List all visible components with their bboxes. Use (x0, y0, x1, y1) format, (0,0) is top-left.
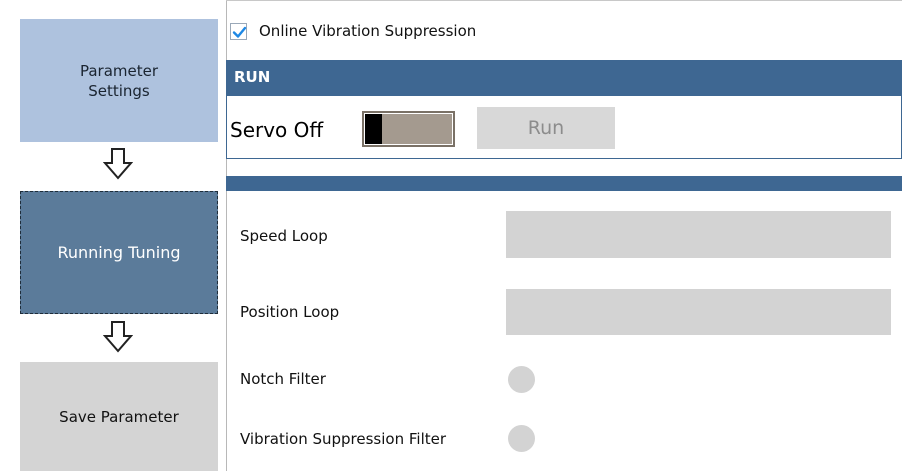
run-panel-header (226, 60, 902, 96)
checkmark-icon (232, 26, 247, 38)
run-button[interactable]: Run (477, 107, 615, 149)
online-vibration-suppression-label[interactable]: Online Vibration Suppression (259, 22, 476, 40)
down-arrow-icon (102, 321, 134, 353)
divider (226, 0, 902, 1)
step-save-parameter-label: Save Parameter (59, 407, 179, 426)
step-running-tuning[interactable]: Running Tuning (20, 191, 218, 314)
online-vibration-suppression-checkbox[interactable] (230, 23, 247, 40)
divider (226, 191, 227, 471)
step-save-parameter[interactable]: Save Parameter (20, 362, 218, 471)
servo-status-label: Servo Off (230, 118, 324, 142)
notch-filter-indicator (508, 366, 535, 393)
speed-loop-field[interactable] (506, 211, 891, 258)
servo-toggle-track (382, 114, 452, 144)
vibration-suppression-filter-label: Vibration Suppression Filter (240, 430, 447, 448)
run-panel-title: RUN (234, 68, 271, 86)
position-loop-field[interactable] (506, 289, 891, 335)
servo-toggle-knob[interactable] (365, 114, 382, 144)
step-parameter-settings[interactable]: Parameter Settings (20, 19, 218, 142)
step-parameter-settings-line2: Settings (88, 81, 150, 100)
tuning-panel-header (226, 176, 902, 191)
position-loop-label: Position Loop (240, 303, 340, 321)
speed-loop-label: Speed Loop (240, 227, 328, 245)
vibration-suppression-filter-indicator (508, 425, 535, 452)
notch-filter-label: Notch Filter (240, 370, 326, 388)
down-arrow-icon (102, 148, 134, 180)
step-parameter-settings-line1: Parameter (79, 61, 159, 80)
step-running-tuning-label: Running Tuning (57, 243, 181, 262)
